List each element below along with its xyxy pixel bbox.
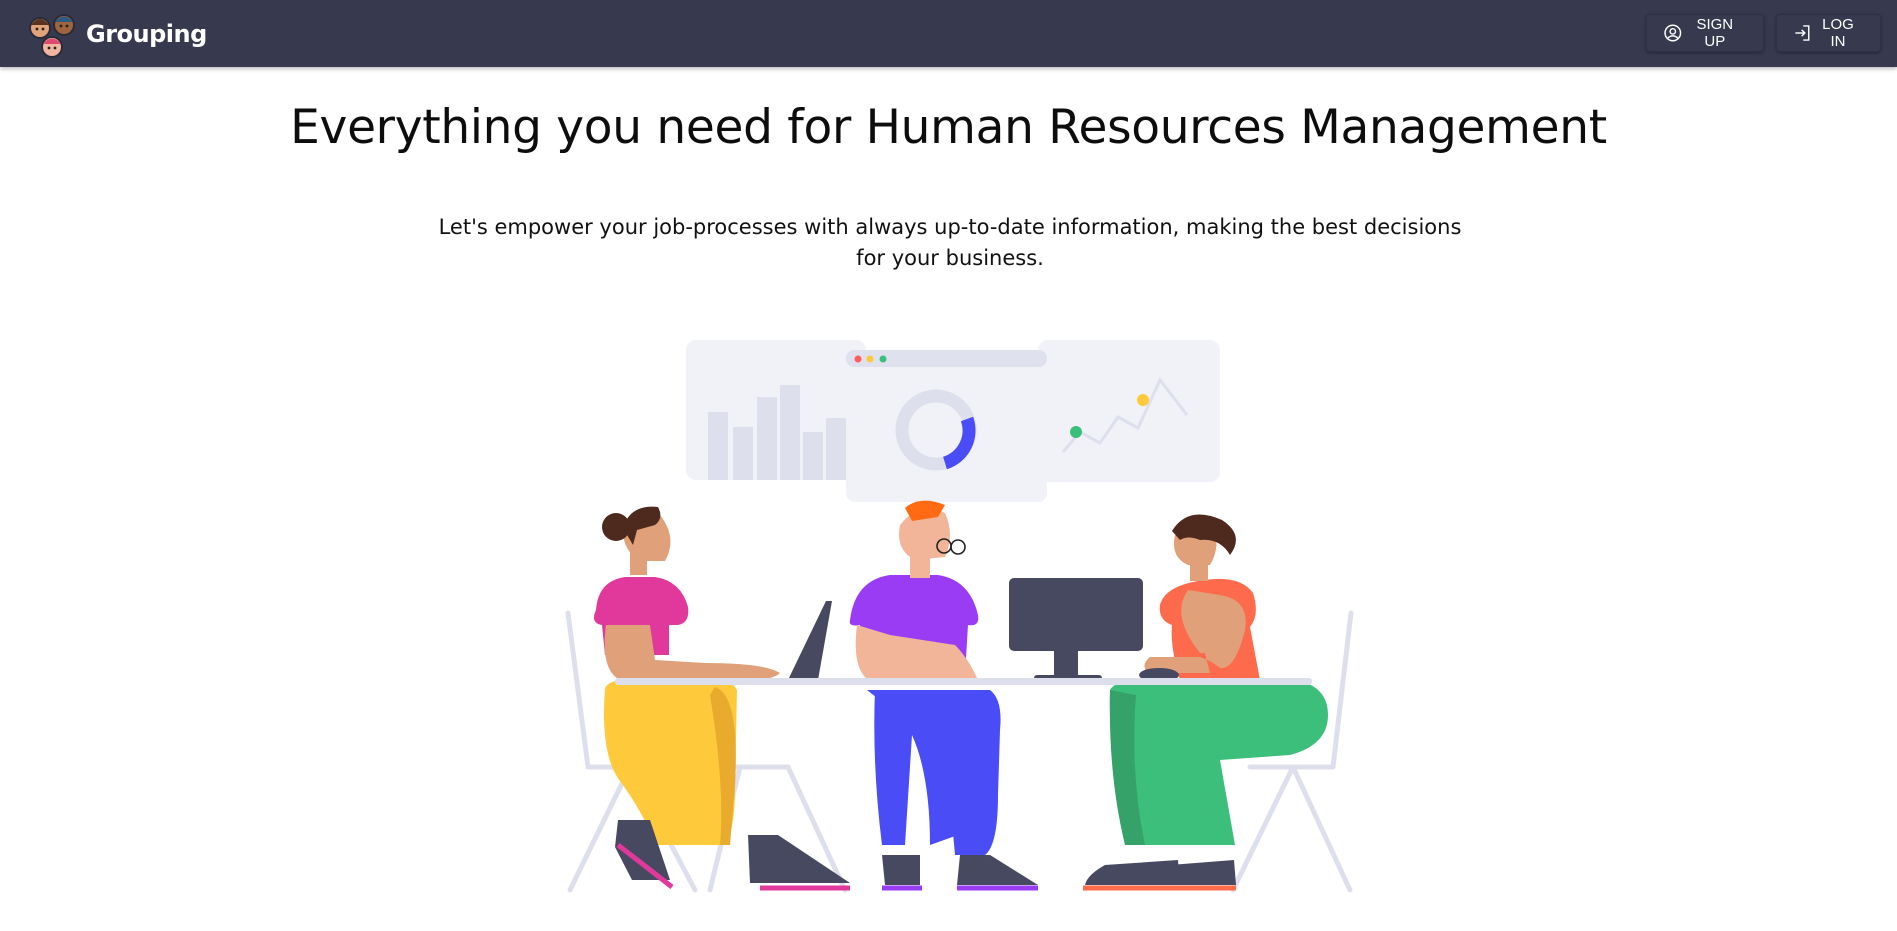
grouping-logo-icon xyxy=(28,10,76,58)
log-in-label: LOG IN xyxy=(1822,16,1854,50)
laptop-illustration xyxy=(788,601,832,680)
table-illustration xyxy=(615,678,1312,685)
brand-name: Grouping xyxy=(86,20,207,48)
person-right xyxy=(1083,514,1328,891)
person-middle xyxy=(849,500,1038,891)
brand-logo[interactable]: Grouping xyxy=(26,8,207,60)
sign-up-label: SIGN UP xyxy=(1696,16,1734,50)
hero-subtitle: Let's empower your job-processes with al… xyxy=(438,215,1462,270)
team-meeting-illustration xyxy=(565,340,1354,893)
person-left xyxy=(594,506,850,891)
login-arrow-icon xyxy=(1795,25,1810,41)
monitor-illustration xyxy=(1009,578,1143,683)
dashboard-illustration xyxy=(686,340,1220,502)
user-circle-icon xyxy=(1664,24,1682,42)
page-title: Everything you need for Human Resources … xyxy=(290,100,1607,155)
sign-up-button[interactable]: SIGN UP xyxy=(1646,14,1764,52)
log-in-button[interactable]: LOG IN xyxy=(1776,14,1881,52)
top-navbar: Grouping SIGN UP LOG IN xyxy=(0,0,1897,67)
